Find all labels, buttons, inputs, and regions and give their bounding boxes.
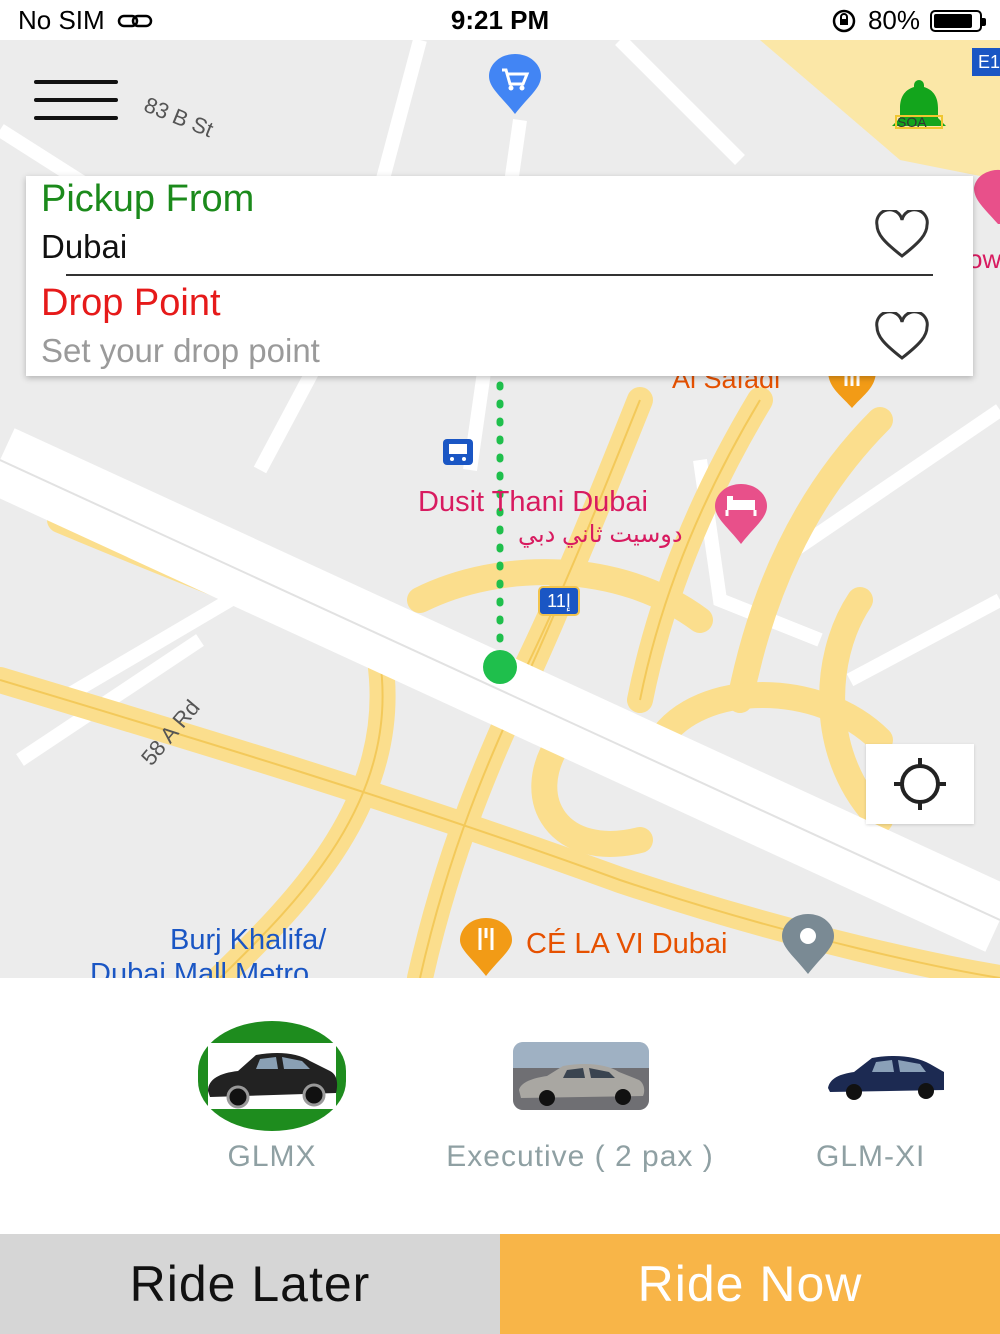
menu-button[interactable] [34, 80, 118, 124]
restaurant-pin-cela-icon [460, 918, 512, 976]
ride-later-button[interactable]: Ride Later [0, 1234, 500, 1334]
vehicle-label-executive: Executive ( 2 pax ) [446, 1140, 714, 1173]
crosshair-icon [894, 758, 946, 810]
poi-label-cela-vi: CÉ LA VI Dubai [526, 928, 728, 960]
vehicle-executive-item[interactable]: Executive ( 2 pax ) [430, 1140, 730, 1174]
menu-line [34, 80, 118, 84]
rotation-lock-icon [832, 9, 856, 32]
battery-percent: 80% [867, 5, 920, 35]
bell-badge-text: SOA [897, 114, 927, 130]
menu-line [34, 116, 118, 120]
drop-title: Drop Point [41, 282, 221, 324]
car-glmx-icon [198, 1021, 346, 1131]
ride-now-button[interactable]: Ride Now [500, 1234, 1000, 1334]
card-divider [66, 274, 933, 276]
poi-label-metro-2: Dubai Mall Metro [90, 958, 310, 978]
menu-line [34, 98, 118, 102]
location-card: Pickup From Dubai Drop Point Set your dr… [26, 176, 973, 376]
route-shield-11: 11إ [538, 586, 580, 616]
vehicle-label-glmxi: GLM-XI [816, 1140, 926, 1173]
pickup-favorite-heart-icon[interactable] [874, 210, 930, 260]
status-bar: No SIM 9:21 PM 80% [0, 0, 1000, 40]
place-pin-icon [782, 914, 834, 974]
shopping-pin-icon [489, 54, 541, 114]
vehicle-executive-button[interactable] [513, 1042, 649, 1110]
hotel-pin-icon [715, 484, 767, 544]
vehicle-glmxi-button[interactable] [826, 1048, 946, 1102]
vehicle-selector: GLMX Executive ( 2 pax ) GLM-XI [0, 978, 1000, 1234]
drop-favorite-heart-icon[interactable] [874, 312, 930, 362]
route-shield-e11: E1 [972, 48, 1000, 76]
hotel-edge-pin-icon [974, 169, 1000, 224]
poi-label-dusit-en: Dusit Thani Dubai [418, 486, 648, 518]
locate-me-button[interactable] [866, 744, 974, 824]
poi-label-metro-1: Burj Khalifa/ [170, 924, 327, 956]
battery-icon [930, 9, 986, 32]
notification-button[interactable]: SOA [888, 76, 950, 138]
vehicle-glmx-button[interactable] [198, 1021, 346, 1131]
pickup-title: Pickup From [41, 178, 255, 220]
drop-point-input[interactable]: Set your drop point [41, 332, 320, 370]
vehicle-glmx-item[interactable]: GLMX [186, 1140, 358, 1174]
vehicle-glmxi-item[interactable]: GLM-XI [810, 1140, 946, 1174]
status-right: 80% [830, 5, 986, 36]
bus-stop-icon [443, 439, 473, 465]
vehicle-label-glmx: GLMX [227, 1140, 317, 1173]
pickup-field[interactable]: Dubai [41, 228, 127, 266]
car-executive-icon [513, 1042, 649, 1110]
poi-label-dusit-ar: دوسيت ثاني دبي [518, 521, 683, 548]
car-glmxi-icon [828, 1056, 944, 1100]
